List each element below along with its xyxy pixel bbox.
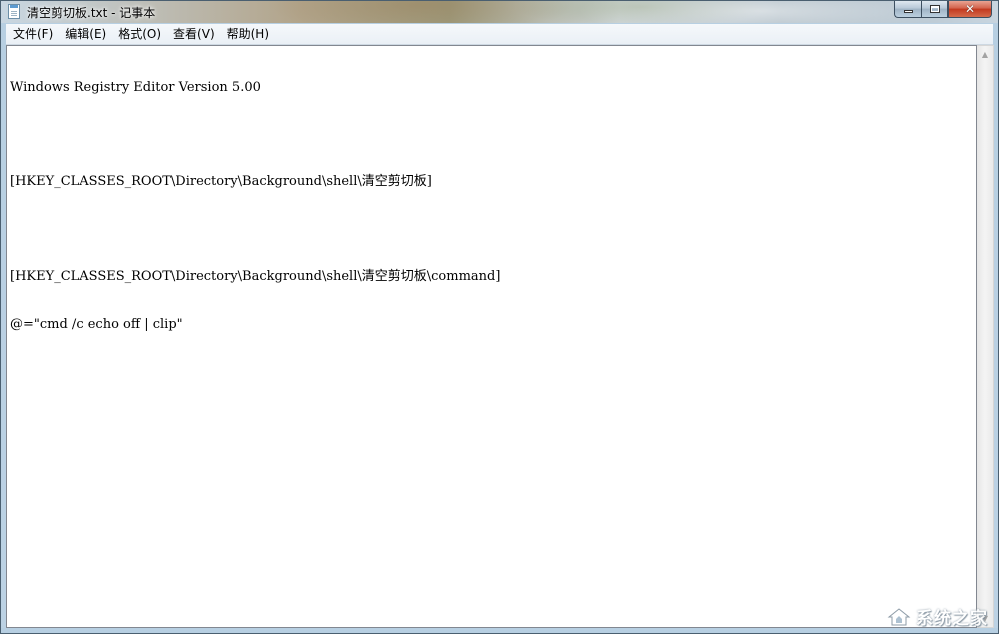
maximize-button[interactable] [921, 1, 948, 18]
editor-line: [HKEY_CLASSES_ROOT\Directory\Background\… [10, 269, 501, 285]
watermark: 系统之家 [886, 604, 988, 629]
menu-view[interactable]: 查看(V) [167, 24, 221, 44]
editor-line: [HKEY_CLASSES_ROOT\Directory\Background\… [10, 174, 432, 190]
editor-line: @="cmd /c echo off | clip" [10, 316, 183, 332]
menu-format[interactable]: 格式(O) [112, 24, 167, 44]
menu-help[interactable]: 帮助(H) [221, 24, 275, 44]
watermark-logo [887, 607, 911, 625]
window-title: 清空剪切板.txt - 记事本 [27, 6, 156, 20]
menu-bar: 文件(F) 编辑(E) 格式(O) 查看(V) 帮助(H) [6, 24, 993, 45]
menu-edit[interactable]: 编辑(E) [59, 24, 112, 44]
text-editor[interactable]: Windows Registry Editor Version 5.00 [HK… [6, 45, 977, 628]
minimize-icon [903, 10, 913, 13]
editor-text: Windows Registry Editor Version 5.00 [HK… [10, 48, 973, 364]
window-bottom-frame [1, 628, 998, 633]
vertical-scrollbar[interactable]: ▲ ▼ [977, 45, 994, 628]
minimize-button[interactable] [894, 1, 921, 18]
title-bar[interactable]: 清空剪切板.txt - 记事本 ✕ [1, 1, 998, 23]
maximize-icon [929, 5, 940, 13]
notepad-window: 清空剪切板.txt - 记事本 ✕ 文件(F) 编辑(E) 格式(O) 查看(V… [0, 0, 999, 634]
menu-file[interactable]: 文件(F) [6, 24, 59, 44]
chevron-up-icon: ▲ [981, 50, 989, 59]
close-button[interactable]: ✕ [948, 1, 992, 18]
watermark-text: 系统之家 [916, 609, 988, 629]
scroll-up-button[interactable]: ▲ [977, 46, 993, 63]
notepad-icon[interactable] [8, 4, 20, 19]
caption-buttons: ✕ [894, 1, 992, 18]
editor-line: Windows Registry Editor Version 5.00 [10, 79, 261, 95]
close-icon: ✕ [964, 2, 976, 16]
